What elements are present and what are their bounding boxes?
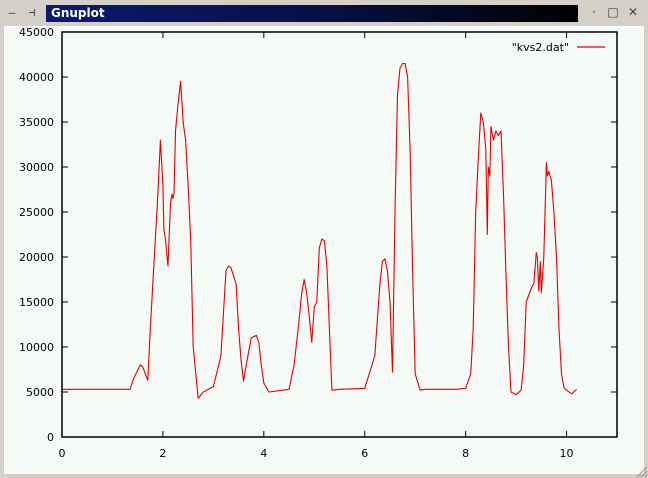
series-line <box>62 62 577 399</box>
x-tick-label: 8 <box>462 447 469 460</box>
y-tick-label: 30000 <box>19 161 54 174</box>
y-tick-label: 45000 <box>19 27 54 39</box>
plot-canvas[interactable]: 0 5000 10000 15000 20000 25000 30000 35000 40000… <box>4 26 644 474</box>
y-tick-label: 0 <box>47 431 54 444</box>
close-icon[interactable]: ✕ <box>625 5 641 21</box>
legend-label: "kvs2.dat" <box>512 41 569 54</box>
title-bar-gradient: Gnuplot <box>46 5 578 22</box>
line-chart: 0 5000 10000 15000 20000 25000 30000 35000 40000… <box>19 26 618 460</box>
x-tick-label: 2 <box>159 447 166 460</box>
plot-frame <box>61 31 618 438</box>
maximize-icon[interactable]: □ <box>605 5 621 21</box>
y-tick-label: 20000 <box>19 251 54 264</box>
title-bar[interactable]: — ⊣ Gnuplot · □ ✕ <box>0 0 648 26</box>
y-tick-label: 35000 <box>19 116 54 129</box>
x-tick-label: 10 <box>560 447 574 460</box>
y-tick-label: 10000 <box>19 341 54 354</box>
x-tick-label: 6 <box>361 447 368 460</box>
y-tick-label: 40000 <box>19 71 54 84</box>
x-tick-label: 4 <box>260 447 267 460</box>
y-tick-label: 25000 <box>19 206 54 219</box>
y-tick-label: 15000 <box>19 296 54 309</box>
window-title: Gnuplot <box>51 6 105 20</box>
x-tick-label: 0 <box>59 447 66 460</box>
menu-dash-icon[interactable]: — <box>2 5 22 21</box>
minimize-icon[interactable]: · <box>586 5 602 21</box>
gnuplot-window: — ⊣ Gnuplot · □ ✕ 0 5000 10000 15000 20000 25… <box>0 0 648 478</box>
resize-grip-icon[interactable] <box>634 464 648 478</box>
y-tick-label: 5000 <box>26 386 54 399</box>
pin-icon[interactable]: ⊣ <box>22 5 42 21</box>
